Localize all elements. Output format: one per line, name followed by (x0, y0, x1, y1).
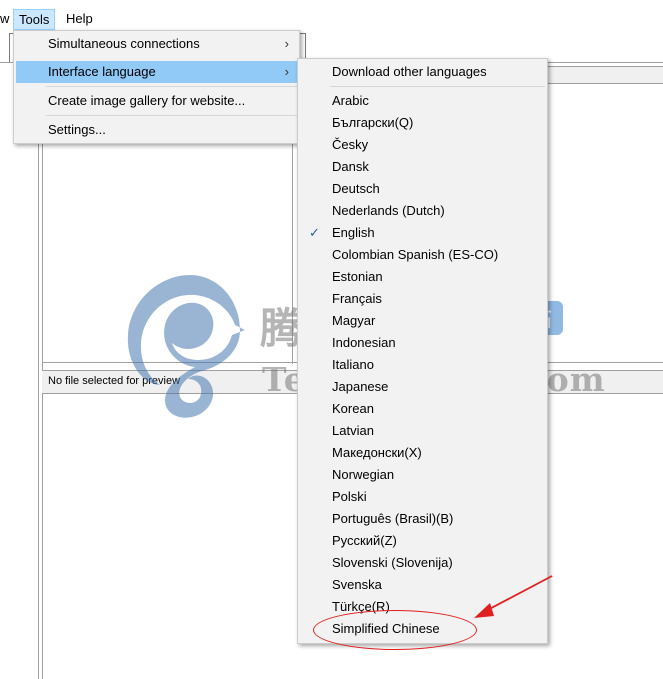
menubar: w Tools Help (0, 0, 663, 30)
left-panel-border-inner (42, 142, 43, 679)
language-label: Polski (332, 489, 367, 504)
language-label: Japanese (332, 379, 389, 394)
menu-item-download-languages[interactable]: Download other languages (300, 61, 545, 83)
menu-tools[interactable]: Tools (13, 9, 56, 30)
menu-item-label: Simultaneous connections (48, 36, 200, 51)
annotation-ellipse (313, 610, 477, 650)
menu-item-label: Create image gallery for website... (48, 93, 246, 108)
language-menu: Download other languages Arabic Български… (297, 58, 548, 644)
language-label: Македонски(X) (332, 445, 422, 460)
menu-separator (330, 86, 545, 87)
language-label: Slovenski (Slovenija) (332, 555, 453, 570)
language-label: Русский(Z) (332, 533, 397, 548)
language-item[interactable]: Japanese (300, 376, 545, 398)
menu-item-label: Download other languages (332, 64, 487, 79)
menu-item-simultaneous-connections[interactable]: Simultaneous connections › (16, 33, 297, 55)
language-item[interactable]: Indonesian (300, 332, 545, 354)
dragon-logo-icon (127, 275, 245, 418)
chevron-right-icon: › (284, 36, 289, 51)
menu-item-interface-language[interactable]: Interface language › (16, 61, 297, 83)
menu-help[interactable]: Help (61, 9, 98, 29)
chevron-right-icon: › (284, 64, 289, 79)
language-item[interactable]: Korean (300, 398, 545, 420)
language-label: Português (Brasil)(B) (332, 511, 454, 526)
language-label: Colombian Spanish (ES-CO) (332, 247, 499, 262)
language-item[interactable]: Latvian (300, 420, 545, 442)
language-label: Norwegian (332, 467, 395, 482)
language-item[interactable]: ✓ English (300, 222, 545, 244)
language-item[interactable]: Norwegian (300, 464, 545, 486)
annotation-arrow-icon (474, 575, 553, 618)
language-label: Italiano (332, 357, 374, 372)
language-item[interactable]: Colombian Spanish (ES-CO) (300, 244, 545, 266)
language-label: Български(Q) (332, 115, 414, 130)
language-label: English (332, 225, 375, 240)
language-label: Dansk (332, 159, 369, 174)
language-item[interactable]: Македонски(X) (300, 442, 545, 464)
language-label: Indonesian (332, 335, 396, 350)
preview-status: No file selected for preview (48, 375, 181, 387)
list-header (546, 66, 663, 84)
language-item[interactable]: Nederlands (Dutch) (300, 200, 545, 222)
left-panel-border (38, 142, 39, 679)
language-item[interactable]: Česky (300, 134, 545, 156)
language-label: Français (332, 291, 382, 306)
language-item[interactable]: Deutsch (300, 178, 545, 200)
menu-separator (46, 86, 297, 87)
language-item[interactable]: Български(Q) (300, 112, 545, 134)
language-item[interactable]: Português (Brasil)(B) (300, 508, 545, 530)
language-label: Svenska (332, 577, 382, 592)
language-label: Estonian (332, 269, 383, 284)
language-item[interactable]: Русский(Z) (300, 530, 545, 552)
language-label: Arabic (332, 93, 369, 108)
menu-separator (46, 115, 297, 116)
menu-item-create-gallery[interactable]: Create image gallery for website... (16, 90, 297, 112)
language-item[interactable]: Dansk (300, 156, 545, 178)
tools-menu: Simultaneous connections › Interface lan… (13, 30, 300, 144)
checkmark-icon: ✓ (309, 225, 320, 240)
language-label: Latvian (332, 423, 374, 438)
language-item[interactable]: Italiano (300, 354, 545, 376)
language-item[interactable]: Polski (300, 486, 545, 508)
language-item[interactable]: Français (300, 288, 545, 310)
language-item[interactable]: Arabic (300, 90, 545, 112)
menu-item-label: Settings... (48, 122, 106, 137)
language-label: Česky (332, 137, 369, 152)
language-label: Nederlands (Dutch) (332, 203, 445, 218)
language-item[interactable]: Estonian (300, 266, 545, 288)
language-label: Korean (332, 401, 374, 416)
language-item[interactable]: Magyar (300, 310, 545, 332)
folder-pane-border (292, 142, 293, 364)
language-label: Magyar (332, 313, 376, 328)
language-label: Deutsch (332, 181, 380, 196)
menu-item-label: Interface language (48, 64, 156, 79)
menu-item-settings[interactable]: Settings... (16, 119, 297, 141)
